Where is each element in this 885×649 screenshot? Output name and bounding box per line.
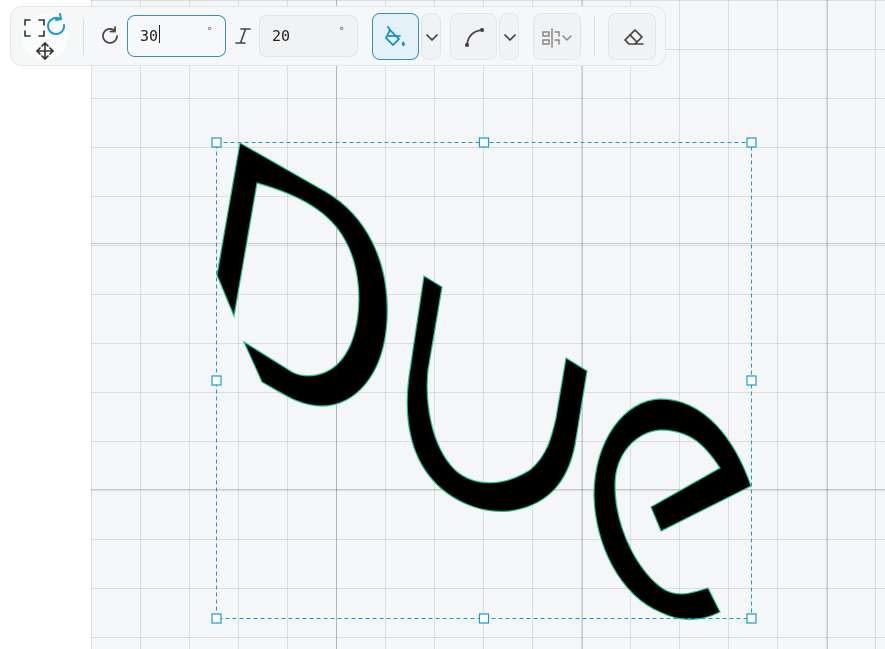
align-button[interactable] [533,13,581,60]
fill-bucket-icon [385,26,405,46]
text-caret [159,25,160,43]
toolbar: 30 ° 20 ° [10,6,666,66]
artwork-layer [211,137,757,624]
fill-dropdown-button[interactable] [421,13,441,60]
chevron-down-icon [504,34,516,41]
resize-handle-w [211,375,222,386]
eraser-button[interactable] [608,13,656,60]
transform-mode-button[interactable] [17,11,71,63]
fill-button[interactable] [372,13,419,60]
rotation-unit: ° [206,25,213,38]
skew-value: 20 [272,27,291,45]
glyph-d [216,142,388,407]
text-shape-due[interactable] [216,142,752,621]
toolbar-divider [594,15,595,57]
curve-dropdown-button[interactable] [499,13,519,60]
resize-handle-n [478,137,490,148]
resize-handle-sw [211,613,222,624]
italic-icon [233,25,253,47]
curve-button[interactable] [450,13,497,60]
resize-handle-e [746,375,757,386]
align-icon [542,28,572,48]
skew-unit: ° [338,25,345,38]
rotate-icon [99,25,121,47]
glyph-e [593,398,752,621]
rotation-input[interactable]: 30 ° [127,15,226,57]
toolbar-divider [83,19,84,55]
chevron-down-icon [426,34,438,41]
resize-handle-s [478,613,490,624]
resize-handle-ne [746,137,757,148]
skew-input[interactable]: 20 ° [259,15,358,57]
rotation-value: 30 [140,27,159,45]
transform-icon [22,13,68,61]
curve-icon [465,28,484,47]
eraser-icon [624,29,644,45]
glyph-u [406,275,588,512]
resize-handle-se [746,613,757,624]
resize-handle-nw [211,137,222,148]
